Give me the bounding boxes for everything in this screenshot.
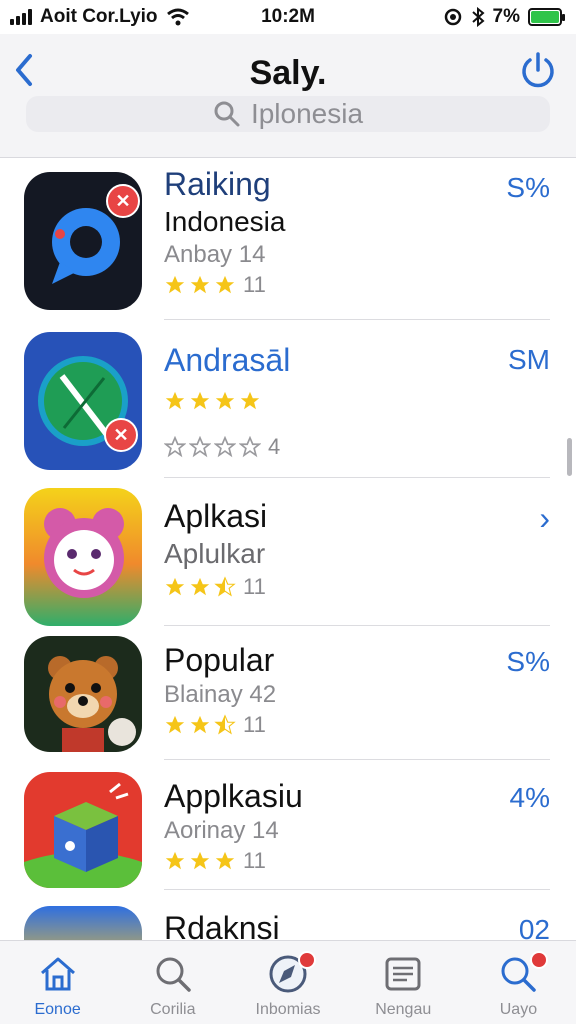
- app-icon-teddy-bear: [24, 636, 142, 752]
- tab-home[interactable]: Eonoe: [0, 941, 115, 1024]
- rating: [164, 386, 486, 416]
- list-item[interactable]: Applkasiu Aorinay 14 11 4%: [0, 760, 576, 890]
- status-left: Aoit Cor.Lyio: [10, 6, 190, 28]
- home-icon: [40, 957, 75, 991]
- star-icon: [190, 851, 210, 870]
- news-icon: [385, 957, 421, 991]
- app-value: 02: [518, 914, 550, 940]
- app-icon-chat: ✕: [24, 172, 142, 310]
- app-meta: Anbay 14: [164, 241, 266, 268]
- star-icon: [190, 391, 210, 410]
- location-icon: [444, 8, 461, 26]
- app-name: Aplkasi: [164, 498, 268, 534]
- app-subtitle: Indonesia: [164, 206, 286, 237]
- bluetooth-icon: [471, 7, 485, 27]
- status-bar: Aoit Cor.Lyio 10:2M 7%: [0, 0, 576, 34]
- star-icon: [190, 715, 210, 734]
- app-list: ✕ Raiking Indonesia Anbay 14 11 S% ✕ And…: [0, 158, 576, 940]
- star-icon: [165, 275, 185, 294]
- list-item[interactable]: Rdaknsi 02: [0, 890, 576, 940]
- scrollbar[interactable]: [567, 438, 572, 476]
- tab-label: Inbomias: [255, 1001, 321, 1018]
- app-value: S%: [506, 646, 550, 677]
- close-badge-icon: ✕: [106, 184, 140, 218]
- tab-label: Nengau: [375, 1001, 432, 1018]
- rating-count: 11: [243, 848, 266, 873]
- app-name: Applkasiu: [164, 778, 303, 814]
- tab-label: Uayo: [499, 1001, 538, 1018]
- power-icon[interactable]: [518, 50, 558, 90]
- tab-label: Eonoe: [34, 1001, 81, 1018]
- star-icon: [215, 391, 235, 410]
- app-icon-cube: [24, 772, 142, 888]
- rating-count: 11: [243, 574, 266, 599]
- app-name: Andrasāl: [164, 342, 291, 378]
- star-icon: [165, 577, 185, 596]
- carrier-label: Aoit Cor.Lyio: [40, 6, 158, 27]
- app-name: Raiking: [164, 166, 271, 202]
- tab-label: Corilia: [150, 1001, 196, 1018]
- rating: 11: [164, 572, 486, 602]
- app-meta: Blainay 42: [164, 681, 277, 708]
- rating-count: 11: [243, 712, 266, 737]
- rating: 11: [164, 270, 486, 300]
- teddy-bear-icon: [48, 656, 136, 752]
- star-outline-icon: [164, 436, 186, 458]
- star-icon: [215, 275, 235, 294]
- tab-search-2[interactable]: Uayo: [461, 941, 576, 1024]
- list-item[interactable]: ✕ Andrasāl 4 SM: [0, 320, 576, 478]
- app-icon-bear-face: [24, 488, 142, 626]
- bear-face-icon: [44, 508, 124, 598]
- rating: 11: [164, 710, 486, 740]
- battery-percent: 7%: [492, 6, 520, 27]
- star-icon: [165, 391, 185, 410]
- star-outline-icon: [214, 436, 236, 458]
- app-meta: Aorinay 14: [164, 817, 279, 844]
- app-value: S%: [506, 172, 550, 203]
- battery-icon: [528, 8, 565, 26]
- list-item[interactable]: ✕ Raiking Indonesia Anbay 14 11 S%: [0, 158, 576, 320]
- star-icon: [190, 275, 210, 294]
- rating-count: 11: [243, 272, 266, 297]
- star-outline-icon: [189, 436, 211, 458]
- star-icon: [215, 851, 235, 870]
- status-right: 7%: [443, 6, 565, 28]
- tab-search[interactable]: Corilia: [115, 941, 230, 1024]
- app-value: 4%: [509, 782, 550, 813]
- chevron-right-icon[interactable]: ›: [539, 500, 550, 537]
- list-item[interactable]: Popular Blainay 42 11 S%: [0, 626, 576, 760]
- star-outline-icon: [239, 436, 261, 458]
- search-input[interactable]: Iplonesia: [26, 96, 550, 132]
- notification-badge: [530, 951, 549, 969]
- app-name: Rdaknsi: [164, 910, 280, 940]
- star-icon: [165, 715, 185, 734]
- app-icon-partial: [24, 906, 142, 940]
- tab-news[interactable]: Nengau: [346, 941, 461, 1024]
- star-half-icon: [214, 576, 236, 597]
- rating-secondary: 4: [164, 432, 486, 462]
- app-icon-compass: ✕: [24, 332, 142, 470]
- wifi-icon: [166, 8, 189, 26]
- star-half-icon: [214, 714, 236, 735]
- search-icon: [214, 101, 240, 127]
- close-badge-icon: ✕: [104, 418, 138, 452]
- cube-icon: [24, 782, 142, 888]
- rating-count: 4: [268, 434, 281, 459]
- notification-badge: [298, 951, 316, 969]
- star-icon: [190, 577, 210, 596]
- page-title: Saly.: [249, 54, 327, 92]
- star-icon: [165, 851, 185, 870]
- search-icon: [156, 957, 191, 992]
- app-subtitle: Aplulkar: [164, 538, 266, 569]
- search-placeholder: Iplonesia: [250, 98, 364, 129]
- signal-icon: [10, 9, 32, 25]
- tab-bar: Eonoe Corilia Inbomias Nengau Uayo: [0, 940, 576, 1024]
- app-name: Popular: [164, 642, 275, 678]
- tab-explore[interactable]: Inbomias: [230, 941, 345, 1024]
- list-item[interactable]: Aplkasi Aplulkar 11 ›: [0, 478, 576, 626]
- app-value: SM: [508, 344, 550, 375]
- nav-header: Saly. Iplonesia: [0, 34, 576, 158]
- star-icon: [240, 391, 260, 410]
- rating: 11: [164, 846, 486, 876]
